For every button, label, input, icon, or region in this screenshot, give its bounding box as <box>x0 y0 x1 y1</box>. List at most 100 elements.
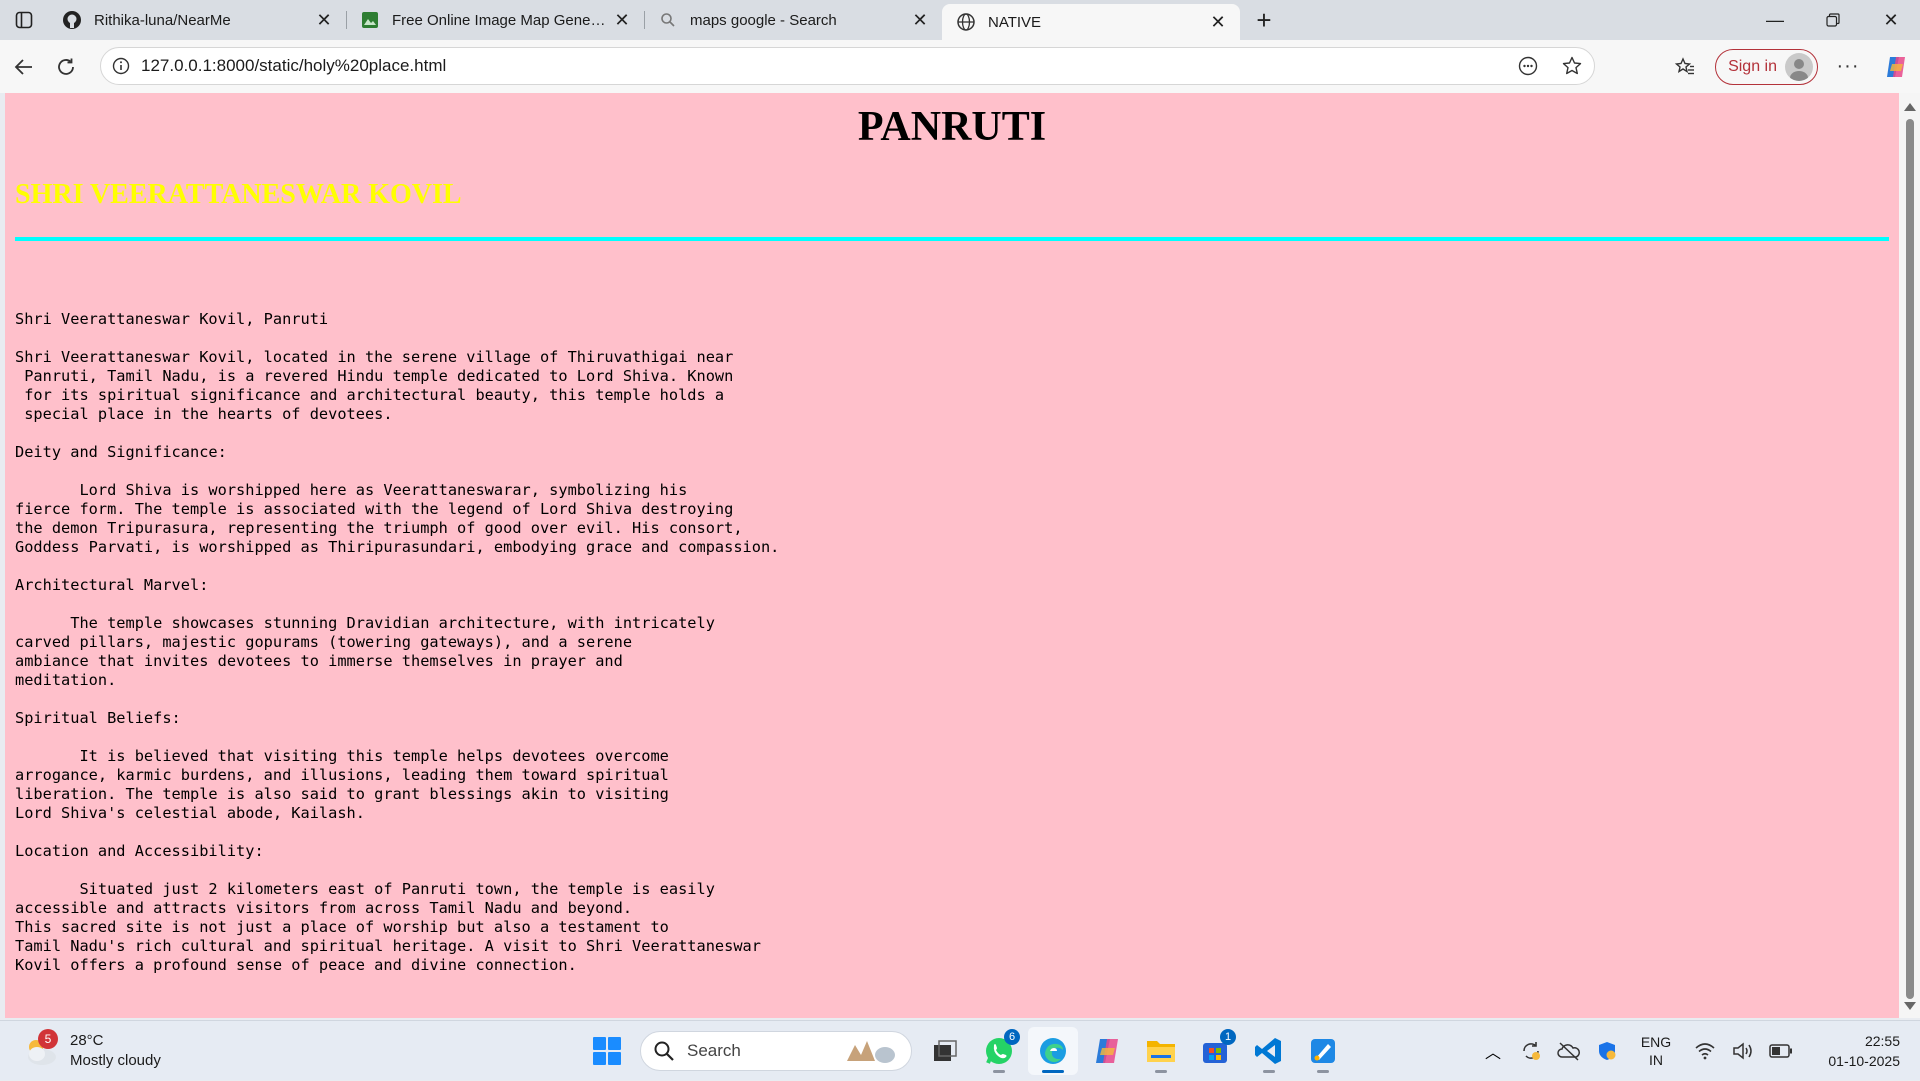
windows-icon <box>593 1037 621 1065</box>
back-arrow-icon <box>14 58 32 75</box>
whatsapp-button[interactable]: 6 <box>974 1027 1024 1075</box>
task-view-button[interactable] <box>920 1027 970 1075</box>
search-highlight-icon <box>847 1041 895 1063</box>
close-tab-icon[interactable]: ✕ <box>610 8 634 32</box>
tab-title: maps google - Search <box>690 11 837 29</box>
tab-native[interactable]: NATIVE ✕ <box>942 4 1240 40</box>
cyan-divider <box>15 237 1889 241</box>
running-indicator <box>993 1070 1005 1073</box>
edge-button[interactable] <box>1028 1027 1078 1075</box>
region-code: IN <box>1649 1052 1663 1068</box>
weather-widget[interactable]: 5 28°C Mostly cloudy <box>20 1029 161 1071</box>
tab-actions-button[interactable] <box>0 0 48 40</box>
address-bar[interactable]: 127.0.0.1:8000/static/holy%20place.html <box>100 47 1595 85</box>
page-scrollbar[interactable] <box>1899 93 1920 1018</box>
close-window-button[interactable]: ✕ <box>1862 0 1920 40</box>
running-indicator <box>1155 1070 1167 1073</box>
favorite-star-icon[interactable] <box>1550 55 1594 77</box>
whatsapp-notification-count: 6 <box>1004 1029 1020 1045</box>
temple-description: Shri Veerattaneswar Kovil, Panruti Shri … <box>15 310 780 974</box>
close-tab-icon[interactable]: ✕ <box>312 8 336 32</box>
toolbar-right: Sign in ··· <box>1661 40 1920 93</box>
plus-icon: + <box>1256 4 1272 35</box>
active-indicator <box>1042 1070 1064 1073</box>
search-label: Search <box>687 1041 741 1060</box>
favorites-icon <box>1674 56 1695 74</box>
sync-icon[interactable] <box>1512 1040 1550 1062</box>
tab-title: Free Online Image Map Generator <box>392 11 610 29</box>
volume-icon[interactable] <box>1724 1042 1762 1060</box>
weather-temperature: 28°C <box>70 1032 104 1049</box>
file-explorer-button[interactable] <box>1136 1027 1186 1075</box>
minimize-button[interactable]: — <box>1746 0 1804 40</box>
page-title: PANRUTI <box>857 104 1047 150</box>
more-menu-button[interactable]: ··· <box>1824 47 1872 87</box>
security-shield-icon[interactable] <box>1588 1040 1626 1062</box>
store-notification-count: 1 <box>1220 1029 1236 1045</box>
restore-icon <box>1826 13 1840 27</box>
read-aloud-icon[interactable] <box>1506 55 1550 77</box>
language-code: ENG <box>1640 1034 1672 1050</box>
tab-maps-search[interactable]: maps google - Search ✕ <box>644 0 942 40</box>
back-button[interactable] <box>0 47 48 87</box>
onedrive-offline-icon[interactable] <box>1550 1041 1588 1061</box>
start-button[interactable] <box>582 1027 632 1075</box>
taskbar-search[interactable]: Search <box>640 1031 912 1071</box>
show-hidden-icons-button[interactable]: ︿ <box>1474 1039 1512 1063</box>
refresh-button[interactable] <box>42 47 90 87</box>
chevron-up-icon: ︿ <box>1484 1045 1501 1062</box>
tab-image-map[interactable]: Free Online Image Map Generator ✕ <box>346 0 644 40</box>
search-icon <box>658 10 678 30</box>
folder-icon <box>1147 1041 1175 1062</box>
vscode-icon <box>1255 1038 1281 1064</box>
sign-in-button[interactable]: Sign in <box>1715 48 1818 85</box>
restore-button[interactable] <box>1804 0 1862 40</box>
refresh-icon <box>58 58 74 75</box>
page-viewport: PANRUTI SHRI VEERATTANESWAR KOVIL Shri V… <box>5 93 1899 1018</box>
copilot-button[interactable] <box>1872 47 1920 87</box>
language-indicator[interactable]: ENG IN <box>1626 1033 1686 1069</box>
site-info-icon[interactable] <box>101 57 141 75</box>
running-indicator <box>1317 1070 1329 1073</box>
ellipsis-icon: ··· <box>1836 55 1860 77</box>
url-text[interactable]: 127.0.0.1:8000/static/holy%20place.html <box>141 56 1506 76</box>
image-map-icon <box>360 10 380 30</box>
paint-button[interactable] <box>1298 1027 1348 1075</box>
system-tray: ︿ ENG IN 22:55 01-10-2025 <box>1474 1021 1900 1081</box>
tab-title: NATIVE <box>988 13 1042 31</box>
temple-heading: SHRI VEERATTANESWAR KOVIL <box>15 179 462 210</box>
clock[interactable]: 22:55 01-10-2025 <box>1810 1031 1900 1071</box>
weather-alert-badge: 5 <box>38 1029 58 1049</box>
new-tab-button[interactable]: + <box>1240 0 1288 40</box>
window-controls: — ✕ <box>1746 0 1920 40</box>
minimize-icon: — <box>1766 9 1784 30</box>
scroll-up-icon[interactable] <box>1904 103 1916 111</box>
vscode-button[interactable] <box>1244 1027 1294 1075</box>
copilot-taskbar-button[interactable] <box>1082 1027 1132 1075</box>
scroll-down-icon[interactable] <box>1904 1002 1916 1010</box>
globe-icon <box>956 12 976 32</box>
sign-in-label: Sign in <box>1728 57 1777 75</box>
github-icon <box>62 10 82 30</box>
tab-title: Rithika-luna/NearMe <box>94 11 231 29</box>
close-tab-icon[interactable]: ✕ <box>908 8 932 32</box>
close-tab-icon[interactable]: ✕ <box>1206 10 1230 34</box>
favorites-button[interactable] <box>1661 47 1709 87</box>
weather-condition: Mostly cloudy <box>70 1052 161 1069</box>
battery-icon[interactable] <box>1762 1044 1800 1058</box>
search-icon <box>654 1041 674 1061</box>
task-view-icon <box>934 1040 957 1061</box>
copilot-icon <box>1096 1039 1118 1063</box>
clock-date: 01-10-2025 <box>1828 1053 1900 1069</box>
taskbar-apps: Search 6 1 <box>580 1027 1350 1075</box>
paint-icon <box>1311 1039 1335 1063</box>
microsoft-store-button[interactable]: 1 <box>1190 1027 1240 1075</box>
page-content: PANRUTI SHRI VEERATTANESWAR KOVIL Shri V… <box>5 103 1899 975</box>
clock-time: 22:55 <box>1864 1033 1900 1049</box>
tab-github[interactable]: Rithika-luna/NearMe ✕ <box>48 0 346 40</box>
running-indicator <box>1263 1070 1275 1073</box>
copilot-icon <box>1887 56 1905 77</box>
wifi-icon[interactable] <box>1686 1042 1724 1060</box>
scrollbar-thumb[interactable] <box>1906 119 1914 999</box>
tab-actions-icon <box>15 11 33 29</box>
